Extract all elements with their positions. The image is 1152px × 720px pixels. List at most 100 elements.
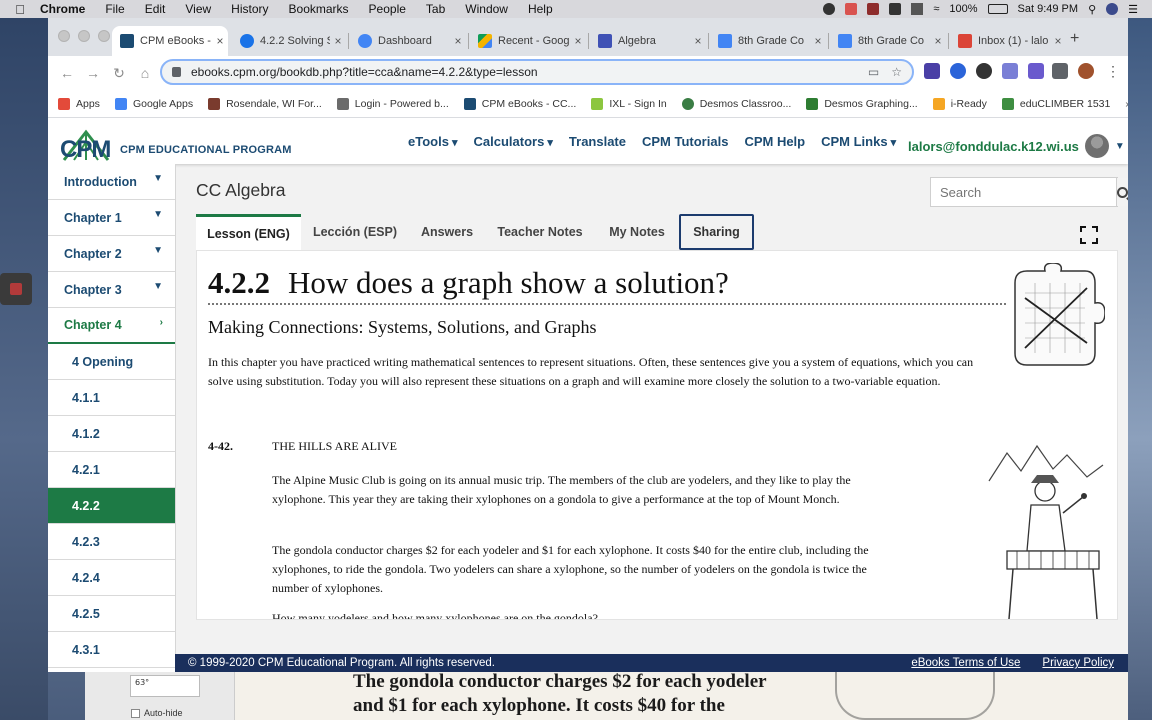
chevron-down-icon[interactable]: ▼ (1115, 141, 1125, 152)
autohide-option[interactable]: Auto-hide (131, 708, 183, 718)
dropbox-icon[interactable] (889, 3, 902, 15)
cpm-logo-subtitle[interactable]: CPM EDUCATIONAL PROGRAM (120, 144, 292, 156)
nav-cpm-help[interactable]: CPM Help (744, 134, 805, 149)
sidebar-item-chapter-1[interactable]: Chapter 1 ▼ (48, 200, 175, 236)
battery-icon[interactable] (987, 4, 1008, 14)
browser-tab[interactable]: 8th Grade Co × (830, 26, 946, 56)
tab-answers[interactable]: Answers (412, 214, 482, 250)
airplay-icon[interactable] (911, 3, 924, 15)
tab-teacher-notes[interactable]: Teacher Notes (490, 214, 590, 250)
tab-lesson-eng[interactable]: Lesson (ENG) (196, 214, 301, 250)
bookmark-item[interactable]: Google Apps (114, 97, 193, 110)
sidebar-item-4-2-4[interactable]: 4.2.4 (48, 560, 175, 596)
bookmark-item[interactable]: IXL - Sign In (591, 97, 667, 110)
extension-blue-icon[interactable] (950, 63, 966, 79)
sidebar-item-4-1-1[interactable]: 4.1.1 (48, 380, 175, 416)
close-window-button[interactable] (58, 30, 70, 42)
fullscreen-icon[interactable] (1080, 226, 1098, 244)
close-tab-icon[interactable]: × (690, 34, 706, 48)
close-tab-icon[interactable]: × (1050, 34, 1066, 48)
bookmark-star-icon[interactable]: ☆ (891, 65, 902, 79)
menu-edit[interactable]: Edit (145, 2, 166, 16)
new-tab-icon[interactable]: + (1070, 30, 1079, 48)
checkbox-icon[interactable] (131, 708, 140, 718)
sidebar-item-chapter-4[interactable]: Chapter 4 › (48, 308, 175, 344)
bookmark-item[interactable]: i-Ready (932, 97, 987, 110)
privacy-policy-link[interactable]: Privacy Policy (1042, 657, 1114, 669)
app-status-icon[interactable] (867, 3, 880, 15)
browser-tab[interactable]: Inbox (1) - lalo × (950, 26, 1066, 56)
cast-icon[interactable]: ▭ (868, 65, 879, 79)
close-tab-icon[interactable]: × (450, 34, 466, 48)
menubar-clock[interactable]: Sat 9:49 PM (1018, 3, 1079, 15)
close-tab-icon[interactable]: × (570, 34, 586, 48)
browser-tab[interactable]: 8th Grade Co × (710, 26, 826, 56)
nav-calculators[interactable]: Calculators (474, 134, 553, 149)
extension-purple-icon[interactable] (1002, 63, 1018, 79)
close-tab-icon[interactable]: × (330, 34, 346, 48)
zoom-window-button[interactable] (98, 30, 110, 42)
bookmark-item[interactable]: Desmos Graphing... (806, 97, 918, 110)
close-tab-icon[interactable]: × (930, 34, 946, 48)
nav-translate[interactable]: Translate (569, 134, 626, 149)
sidebar-item-chapter-3[interactable]: Chapter 3 ▼ (48, 272, 175, 308)
chrome-menu-icon[interactable]: ⋮ (1106, 63, 1120, 80)
sidebar-item-4-2-3[interactable]: 4.2.3 (48, 524, 175, 560)
cpm-logo-wordmark[interactable]: CPM (60, 136, 111, 164)
spotlight-search-icon[interactable]: ⚲ (1088, 3, 1096, 16)
notification-center-icon[interactable]: ☰ (1128, 3, 1138, 16)
sidebar-item-chapter-2[interactable]: Chapter 2 ▼ (48, 236, 175, 272)
nav-cpm-links[interactable]: CPM Links (821, 134, 896, 149)
user-avatar[interactable] (1084, 134, 1109, 158)
close-tab-icon[interactable]: × (810, 34, 826, 48)
bookmark-item[interactable]: Rosendale, WI For... (208, 97, 322, 110)
slide-thumbnail[interactable]: 63° (130, 675, 200, 697)
screen-record-icon[interactable] (845, 3, 858, 15)
sidebar-item-4-1-2[interactable]: 4.1.2 (48, 416, 175, 452)
nav-etools[interactable]: eTools (408, 134, 458, 149)
apple-icon[interactable]:  (0, 2, 40, 17)
user-email[interactable]: lalors@fonddulac.k12.wi.us (908, 139, 1079, 154)
sidebar-item-introduction[interactable]: Introduction ▼ (48, 164, 175, 200)
profile-avatar[interactable] (1078, 63, 1094, 79)
menu-tab[interactable]: Tab (426, 2, 445, 16)
browser-tab[interactable]: Recent - Goog × (470, 26, 586, 56)
lock-icon[interactable] (172, 67, 181, 77)
back-icon[interactable]: ← (54, 65, 80, 81)
menu-help[interactable]: Help (528, 2, 553, 16)
address-bar[interactable]: ebooks.cpm.org/bookdb.php?title=cca&name… (160, 59, 914, 85)
url-text[interactable]: ebooks.cpm.org/bookdb.php?title=cca&name… (191, 65, 538, 79)
tab-sharing[interactable]: Sharing (679, 214, 754, 250)
bookmark-item[interactable]: eduCLIMBER 1531 (1001, 97, 1110, 110)
bookmark-item[interactable]: CPM eBooks - CC... (463, 97, 576, 110)
menu-view[interactable]: View (185, 2, 211, 16)
extension-dark-icon[interactable] (976, 63, 992, 79)
extensions-puzzle-icon[interactable] (1052, 63, 1068, 79)
bookmark-item[interactable]: Desmos Classroo... (681, 97, 791, 110)
tab-my-notes[interactable]: My Notes (600, 214, 674, 250)
search-input[interactable] (931, 178, 1116, 206)
user-menu[interactable]: lalors@fonddulac.k12.wi.us ▼ (908, 134, 1125, 158)
bookmarks-overflow-icon[interactable]: » (1125, 98, 1128, 110)
nav-cpm-tutorials[interactable]: CPM Tutorials (642, 134, 728, 149)
tab-leccion-esp[interactable]: Lección (ESP) (304, 214, 406, 250)
dock-app-icon[interactable] (0, 273, 32, 305)
menu-people[interactable]: People (369, 2, 406, 16)
bookmark-apps[interactable]: Apps (58, 97, 100, 110)
reload-icon[interactable]: ↻ (106, 65, 132, 82)
sidebar-item-4-2-5[interactable]: 4.2.5 (48, 596, 175, 632)
browser-tab[interactable]: Algebra × (590, 26, 706, 56)
minimize-window-button[interactable] (78, 30, 90, 42)
extension-gear-icon[interactable] (1028, 63, 1044, 79)
browser-tab[interactable]: Dashboard × (350, 26, 466, 56)
menu-app-name[interactable]: Chrome (40, 2, 85, 16)
terms-of-use-link[interactable]: eBooks Terms of Use (911, 657, 1020, 669)
browser-tab[interactable]: 4.2.2 Solving S × (232, 26, 346, 56)
gear-status-icon[interactable] (823, 3, 836, 15)
close-tab-icon[interactable]: × (212, 34, 228, 48)
sidebar-item-4-opening[interactable]: 4 Opening (48, 344, 175, 380)
sidebar-item-4-3-1[interactable]: 4.3.1 (48, 632, 175, 668)
bookmark-item[interactable]: Login - Powered b... (336, 97, 449, 110)
home-icon[interactable]: ⌂ (132, 65, 158, 81)
wifi-icon[interactable]: ≈ (933, 3, 939, 15)
